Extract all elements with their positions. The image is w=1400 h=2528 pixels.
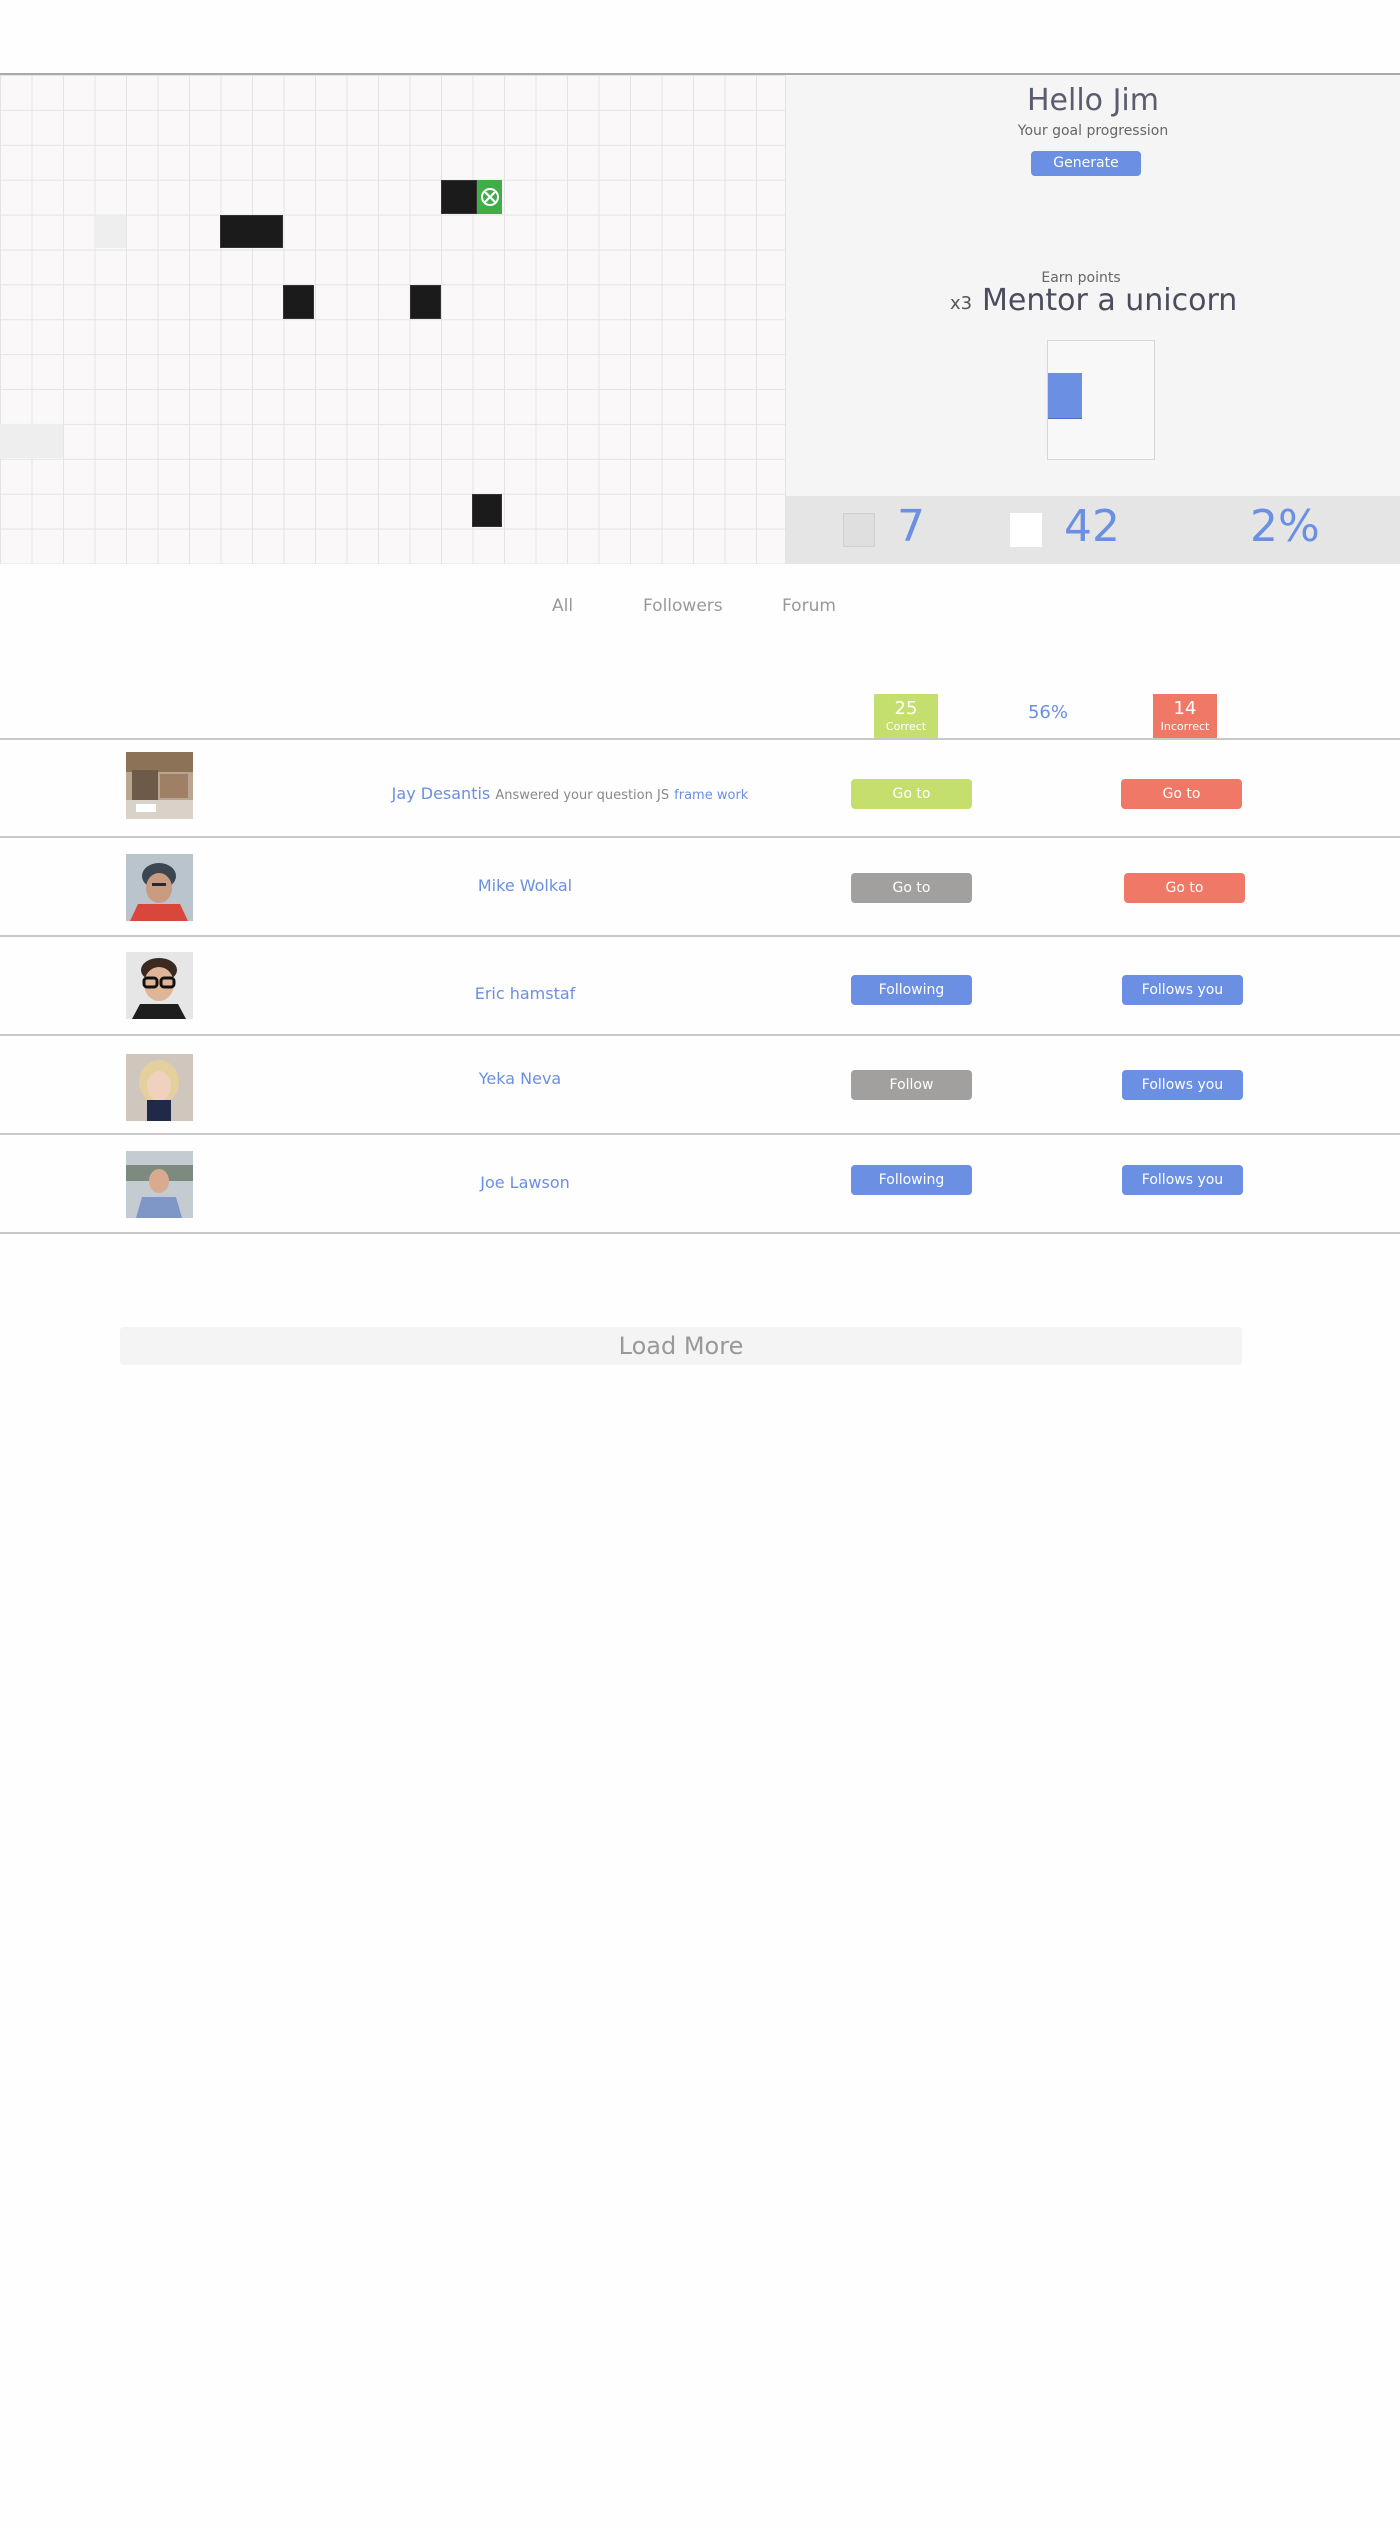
avatar[interactable] <box>126 952 193 1019</box>
topic-link[interactable]: frame work <box>674 788 748 803</box>
tab-all[interactable]: All <box>552 596 573 616</box>
stat-square-white <box>1010 513 1042 547</box>
row-divider <box>0 1232 1400 1234</box>
activity-text: Answered your question JS <box>495 788 670 803</box>
avatar[interactable] <box>126 1054 193 1121</box>
avatar[interactable] <box>126 1151 193 1218</box>
follow-button[interactable]: Follow <box>851 1070 972 1100</box>
user-name-link[interactable]: Mike Wolkal <box>425 876 625 895</box>
tab-forum[interactable]: Forum <box>782 596 836 616</box>
generate-button[interactable]: Generate <box>1031 151 1141 176</box>
user-name-link[interactable]: Joe Lawson <box>425 1173 625 1192</box>
goal-panel: Hello Jim Your goal progression Generate… <box>786 75 1400 496</box>
stats-bar: 7 42 2% <box>786 496 1400 564</box>
user-name-link[interactable]: Eric hamstaf <box>425 984 625 1003</box>
greeting: Hello Jim <box>1027 83 1159 118</box>
goal-progress-fill <box>1048 373 1082 419</box>
incorrect-label: Incorrect <box>1160 720 1210 733</box>
user-name-link[interactable]: Yeka Neva <box>420 1069 620 1088</box>
xbox-tile[interactable] <box>477 180 502 214</box>
score-percent: 56% <box>1027 702 1068 723</box>
goal-progress <box>1047 340 1155 460</box>
avatar[interactable] <box>126 752 193 819</box>
follows-you-button[interactable]: Follows you <box>1122 975 1243 1005</box>
grid-tile[interactable] <box>410 285 441 319</box>
go-to-button[interactable]: Go to <box>1124 873 1245 903</box>
stat-third: 2% <box>1250 501 1320 552</box>
row-divider <box>0 836 1400 838</box>
stat-first: 7 <box>897 501 925 552</box>
grid-tile[interactable] <box>0 424 63 458</box>
row-divider <box>0 1034 1400 1036</box>
load-more-button[interactable]: Load More <box>120 1327 1242 1365</box>
go-to-button[interactable]: Go to <box>851 873 972 903</box>
go-to-button[interactable]: Go to <box>851 779 972 809</box>
correct-badge: 25 Correct <box>874 694 938 738</box>
grid-tile[interactable] <box>220 215 283 248</box>
row-divider <box>0 935 1400 937</box>
following-button[interactable]: Following <box>851 1165 972 1195</box>
grid-tile[interactable] <box>472 494 502 527</box>
incorrect-badge: 14 Incorrect <box>1153 694 1217 738</box>
tab-followers[interactable]: Followers <box>643 596 723 616</box>
avatar[interactable] <box>126 854 193 921</box>
incorrect-count: 14 <box>1173 698 1197 719</box>
grid-tile[interactable] <box>441 180 477 214</box>
follows-you-button[interactable]: Follows you <box>1122 1165 1243 1195</box>
user-name-link[interactable]: Jay Desantis <box>392 784 491 803</box>
multiplier: x3 <box>950 293 973 314</box>
stat-second: 42 <box>1064 501 1120 552</box>
following-button[interactable]: Following <box>851 975 972 1005</box>
go-to-button[interactable]: Go to <box>1121 779 1242 809</box>
xbox-icon <box>480 188 499 206</box>
correct-label: Correct <box>885 720 927 733</box>
correct-count: 25 <box>894 698 918 719</box>
row-divider <box>0 1133 1400 1135</box>
grid-tile[interactable] <box>95 215 126 248</box>
goal-label: Your goal progression <box>1017 123 1169 139</box>
stat-square-grey <box>843 513 875 547</box>
grid-tile[interactable] <box>283 285 314 319</box>
tile-grid[interactable] <box>0 75 786 564</box>
row-divider <box>0 738 1400 740</box>
goal-title: Mentor a unicorn <box>982 283 1238 318</box>
activity-line: Jay Desantis Answered your question JS f… <box>330 784 810 803</box>
follows-you-button[interactable]: Follows you <box>1122 1070 1243 1100</box>
